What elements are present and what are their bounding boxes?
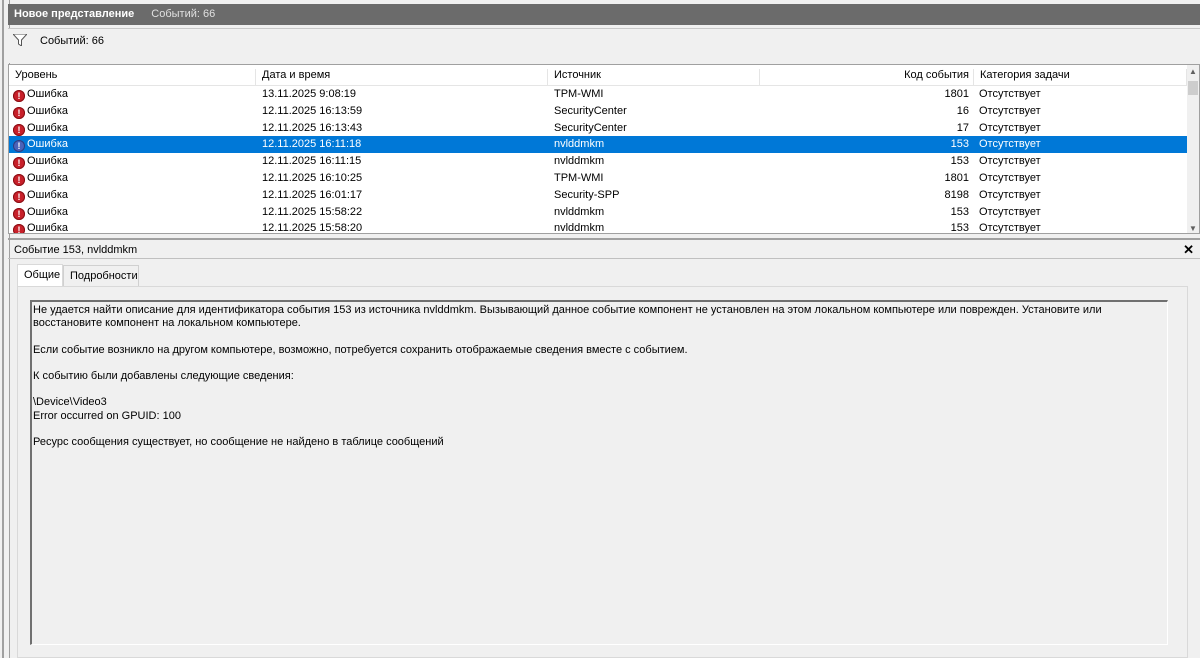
cell-date: 12.11.2025 16:13:59: [262, 104, 363, 117]
error-icon: !: [13, 123, 25, 136]
description-line: Error occurred on GPUID: 100: [33, 409, 181, 422]
description-line: [33, 330, 1167, 343]
column-event-id[interactable]: Код события: [760, 69, 974, 86]
error-icon: !: [13, 207, 25, 220]
tab-general[interactable]: Общие: [17, 264, 63, 286]
view-name: Новое представление: [14, 8, 135, 20]
cell-task-category: Отсутствует: [979, 188, 1041, 201]
table-row[interactable]: ! Ошибка 12.11.2025 16:01:17 Security-SPP…: [9, 187, 1187, 204]
cell-event-id: 1801: [944, 172, 969, 184]
cell-task-category: Отсутствует: [979, 88, 1041, 100]
cell-date: 12.11.2025 16:13:43: [262, 121, 363, 134]
cell-level: Ошибка: [27, 88, 68, 100]
cell-event-id: 153: [950, 205, 969, 218]
table-row[interactable]: ! Ошибка 12.11.2025 16:13:43 SecurityCent…: [9, 120, 1187, 137]
cell-level: Ошибка: [27, 155, 68, 168]
description-line: [33, 423, 1167, 436]
event-description[interactable]: Не удается найти описание для идентифика…: [30, 300, 1168, 645]
table-row[interactable]: ! Ошибка 12.11.2025 15:58:22 nvlddmkm 153…: [9, 204, 1187, 221]
table-row[interactable]: ! Ошибка 12.11.2025 16:13:59 SecurityCent…: [9, 103, 1187, 120]
view-title-bar: Новое представление Событий: 66: [8, 4, 1200, 25]
cell-date: 12.11.2025 16:10:25: [262, 172, 363, 184]
cell-event-id: 1801: [944, 88, 969, 100]
scroll-thumb[interactable]: [1188, 81, 1198, 95]
cell-date: 12.11.2025 15:58:20: [262, 222, 363, 234]
error-icon: !: [13, 224, 25, 233]
cell-source: nvlddmkm: [554, 155, 605, 168]
filter-bar: Событий: 66: [8, 28, 1200, 63]
cell-task-category: Отсутствует: [979, 121, 1041, 134]
cell-level: Ошибка: [27, 121, 68, 134]
description-line: Ресурс сообщения существует, но сообщени…: [33, 436, 444, 449]
view-event-count: Событий: 66: [151, 8, 216, 20]
cell-event-id: 17: [956, 121, 969, 134]
cell-task-category: Отсутствует: [979, 222, 1041, 234]
cell-level: Ошибка: [27, 205, 68, 218]
error-icon: !: [13, 190, 25, 203]
cell-source: nvlddmkm: [554, 222, 605, 234]
close-icon[interactable]: ✕: [1183, 242, 1194, 258]
cell-source: TPM-WMI: [554, 172, 604, 184]
scroll-down-icon[interactable]: ▼: [1187, 224, 1199, 233]
description-line: [33, 383, 1167, 396]
cell-source: SecurityCenter: [554, 104, 627, 117]
cell-date: 12.11.2025 16:11:18: [262, 138, 362, 151]
description-line: \Device\Video3: [33, 396, 107, 409]
cell-task-category: Отсутствует: [979, 155, 1041, 168]
cell-event-id: 8198: [944, 188, 969, 201]
table-row[interactable]: ! Ошибка 12.11.2025 16:11:15 nvlddmkm 153…: [9, 153, 1187, 170]
filter-icon[interactable]: [13, 34, 27, 46]
tab-details[interactable]: Подробности: [63, 265, 139, 286]
column-task-category[interactable]: Категория задачи: [974, 69, 1187, 86]
cell-event-id: 153: [950, 138, 969, 151]
events-table: Уровень Дата и время Источник Код событи…: [8, 64, 1200, 234]
table-row[interactable]: ! Ошибка 12.11.2025 16:10:25 TPM-WMI 1801…: [9, 170, 1187, 187]
cell-source: SecurityCenter: [554, 121, 627, 134]
column-date[interactable]: Дата и время: [256, 69, 548, 86]
cell-event-id: 153: [950, 155, 969, 168]
column-source[interactable]: Источник: [548, 69, 760, 86]
description-line: Не удается найти описание для идентифика…: [33, 304, 1105, 330]
cell-task-category: Отсутствует: [979, 205, 1041, 218]
scroll-up-icon[interactable]: ▲: [1187, 67, 1199, 76]
cell-task-category: Отсутствует: [979, 104, 1041, 117]
cell-date: 12.11.2025 16:11:15: [262, 155, 362, 168]
cell-source: nvlddmkm: [554, 205, 605, 218]
cell-date: 12.11.2025 15:58:22: [262, 205, 363, 218]
cell-source: TPM-WMI: [554, 88, 604, 100]
cell-task-category: Отсутствует: [979, 138, 1041, 151]
detail-header: Событие 153, nvlddmkm ✕: [8, 238, 1200, 259]
table-scrollbar[interactable]: ▲ ▼: [1187, 65, 1199, 233]
cell-task-category: Отсутствует: [979, 172, 1041, 184]
table-row[interactable]: ! Ошибка 12.11.2025 16:11:18 nvlddmkm 153…: [9, 136, 1187, 154]
description-line: Если событие возникло на другом компьюте…: [33, 343, 688, 356]
error-icon: !: [13, 140, 25, 153]
general-tab-pane: Не удается найти описание для идентифика…: [17, 286, 1188, 658]
table-row[interactable]: ! Ошибка 12.11.2025 15:58:20 nvlddmkm 153…: [9, 220, 1187, 234]
error-icon: !: [13, 174, 25, 186]
cell-level: Ошибка: [27, 138, 68, 151]
cell-event-id: 153: [950, 222, 969, 234]
cell-event-id: 16: [956, 104, 969, 117]
cell-level: Ошибка: [27, 172, 68, 184]
error-icon: !: [13, 157, 25, 170]
cell-source: Security-SPP: [554, 188, 620, 201]
column-level[interactable]: Уровень: [9, 69, 256, 86]
error-icon: !: [13, 106, 25, 119]
cell-date: 13.11.2025 9:08:19: [262, 88, 356, 100]
cell-level: Ошибка: [27, 188, 68, 201]
cell-level: Ошибка: [27, 222, 68, 234]
table-header: Уровень Дата и время Источник Код событи…: [9, 65, 1187, 86]
cell-level: Ошибка: [27, 104, 68, 117]
filter-count: Событий: 66: [40, 35, 104, 47]
description-line: К событию были добавлены следующие сведе…: [33, 370, 294, 383]
description-line: [33, 357, 1167, 370]
cell-date: 12.11.2025 16:01:17: [262, 188, 363, 201]
detail-title: Событие 153, nvlddmkm: [14, 244, 138, 256]
cell-source: nvlddmkm: [554, 138, 605, 151]
table-row[interactable]: ! Ошибка 13.11.2025 9:08:19 TPM-WMI 1801 …: [9, 86, 1187, 103]
error-icon: !: [13, 90, 25, 102]
